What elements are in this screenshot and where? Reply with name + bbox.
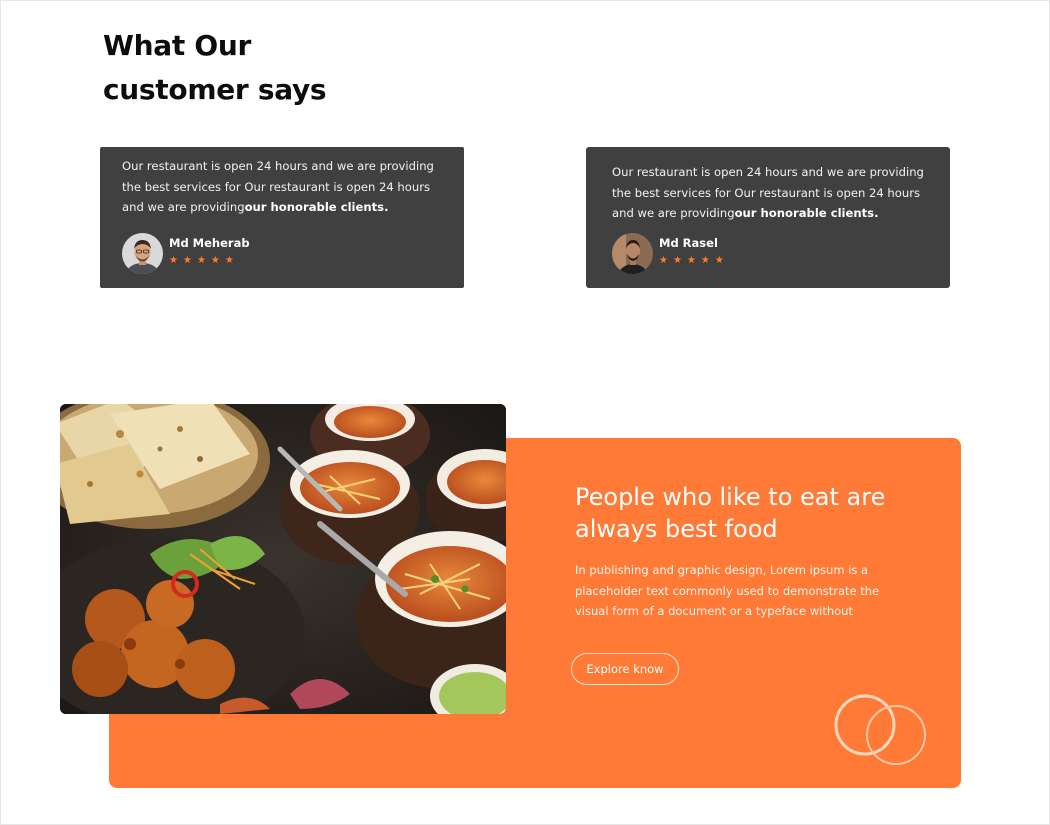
- star-icon: ★: [210, 255, 220, 266]
- reviewer: Md Meherab ★ ★ ★ ★ ★: [122, 233, 250, 274]
- overlapping-rings-icon: [834, 694, 926, 765]
- star-icon: ★: [672, 255, 682, 266]
- testimonial-text: Our restaurant is open 24 hours and we a…: [122, 156, 444, 218]
- testimonial-text-emphasis: our honorable clients.: [734, 206, 879, 220]
- testimonial-card: Our restaurant is open 24 hours and we a…: [586, 147, 950, 288]
- reviewer-meta: Md Meherab ★ ★ ★ ★ ★: [169, 235, 250, 267]
- food-photo: [60, 404, 506, 714]
- star-rating: ★ ★ ★ ★ ★: [169, 255, 250, 267]
- reviewer-name: Md Meherab: [169, 236, 250, 250]
- testimonials-heading-line1: What Our: [103, 29, 251, 62]
- promo-description: In publishing and graphic design, Lorem …: [575, 563, 880, 618]
- star-icon: ★: [196, 255, 206, 266]
- star-rating: ★ ★ ★ ★ ★: [659, 255, 724, 267]
- promo-title: People who like to eat are always best f…: [575, 483, 886, 543]
- testimonial-text: Our restaurant is open 24 hours and we a…: [612, 162, 934, 224]
- star-icon: ★: [700, 255, 710, 266]
- star-icon: ★: [714, 255, 724, 266]
- star-icon: ★: [169, 255, 178, 266]
- testimonial-text-emphasis: our honorable clients.: [244, 200, 389, 214]
- testimonials-heading: What Our customer says: [103, 24, 423, 112]
- testimonials-heading-line2: customer says: [103, 73, 327, 106]
- avatar: [122, 233, 163, 274]
- reviewer-name: Md Rasel: [659, 236, 718, 250]
- reviewer-meta: Md Rasel ★ ★ ★ ★ ★: [659, 235, 724, 267]
- reviewer: Md Rasel ★ ★ ★ ★ ★: [612, 233, 724, 274]
- avatar: [612, 233, 653, 274]
- testimonial-card: Our restaurant is open 24 hours and we a…: [100, 147, 464, 288]
- star-icon: ★: [659, 255, 668, 266]
- star-icon: ★: [686, 255, 696, 266]
- star-icon: ★: [182, 255, 192, 266]
- explore-button[interactable]: Explore know: [571, 653, 679, 685]
- star-icon: ★: [224, 255, 234, 266]
